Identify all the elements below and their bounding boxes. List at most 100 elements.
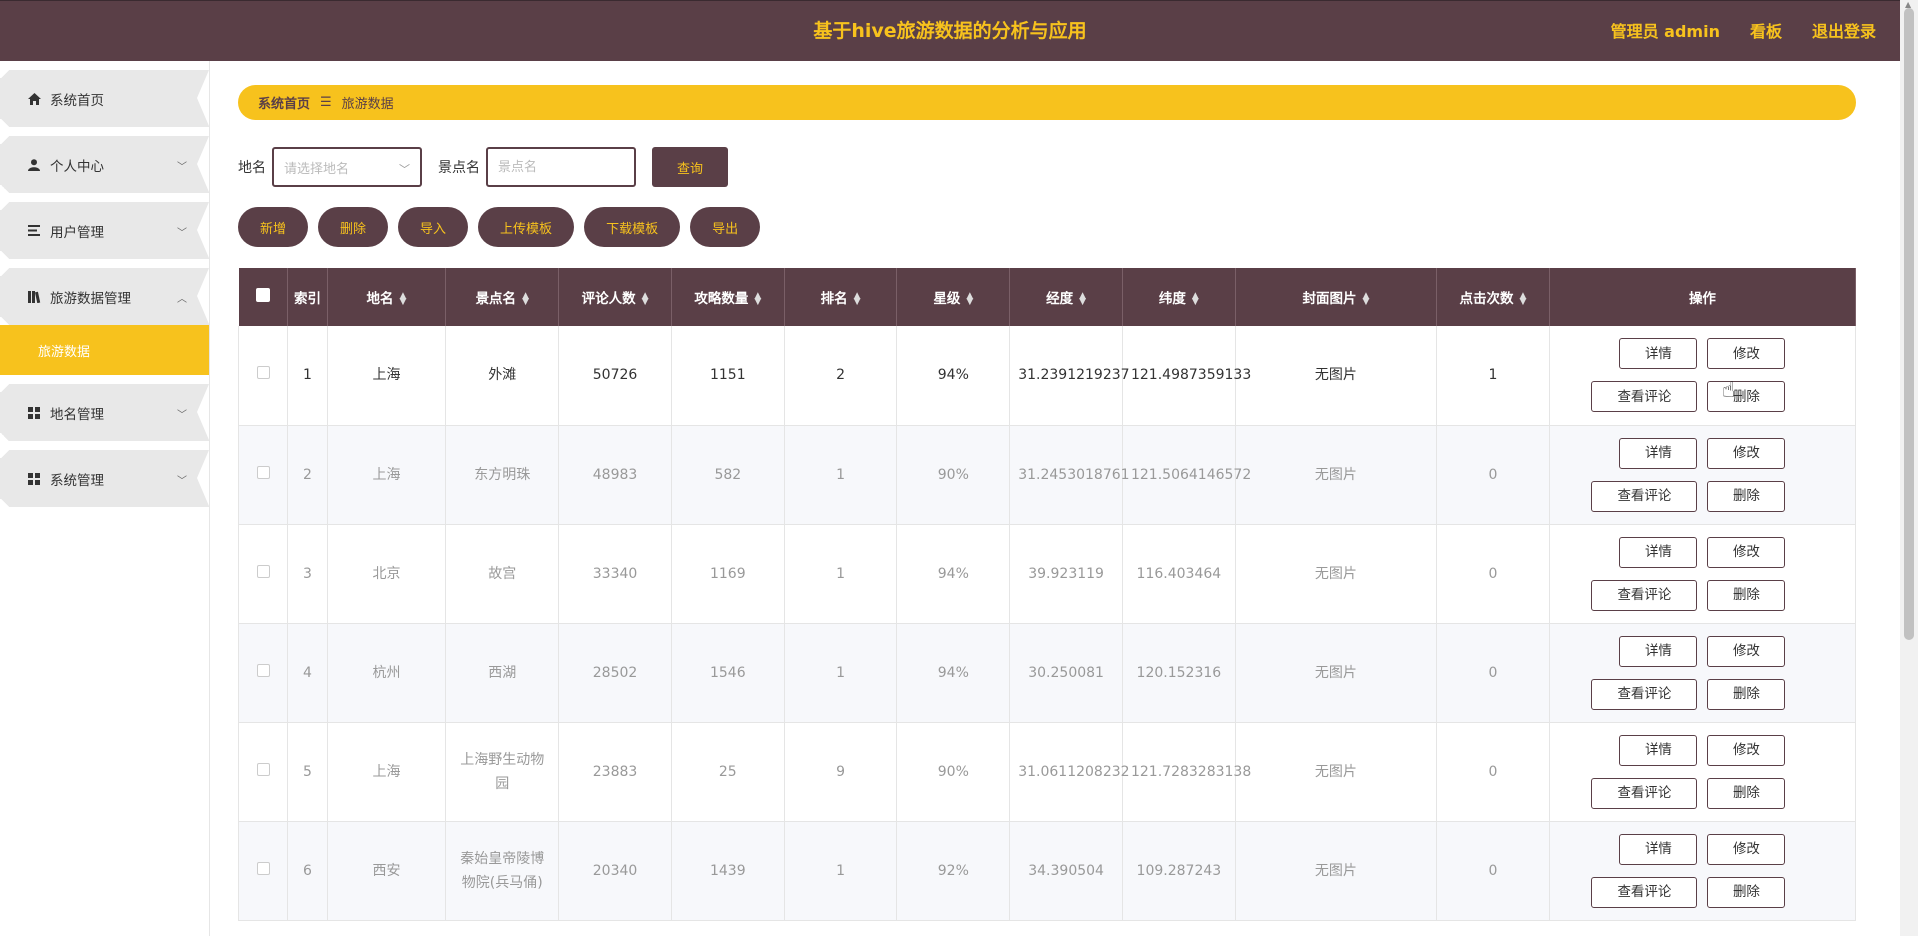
cell-cover: 无图片 bbox=[1235, 326, 1438, 426]
column-header[interactable]: 点击次数 ▲ ▼ bbox=[1436, 268, 1550, 326]
column-header[interactable]: 地名 ▲ ▼ bbox=[327, 268, 447, 326]
cell-star: 94% bbox=[896, 524, 1011, 624]
cell-star: 94% bbox=[896, 326, 1011, 426]
view-comments-button[interactable]: 查看评论 bbox=[1591, 678, 1698, 710]
edit-button[interactable]: 修改 bbox=[1707, 536, 1786, 568]
detail-button[interactable]: 详情 bbox=[1619, 437, 1698, 469]
sidebar-item-label: 个人中心 bbox=[50, 158, 104, 175]
query-button[interactable]: 查询 bbox=[652, 147, 728, 187]
edit-button[interactable]: 修改 bbox=[1707, 338, 1786, 370]
column-header[interactable]: 评论人数 ▲ ▼ bbox=[558, 268, 672, 326]
spot-label: 景点名 bbox=[438, 160, 480, 176]
cell-idx: 5 bbox=[287, 722, 328, 822]
sort-icon[interactable]: ▲ ▼ bbox=[642, 292, 649, 307]
cell-comments: 23883 bbox=[558, 722, 672, 822]
sort-icon[interactable]: ▲ ▼ bbox=[854, 292, 861, 307]
detail-button[interactable]: 详情 bbox=[1619, 635, 1698, 667]
sort-icon[interactable]: ▲ ▼ bbox=[522, 292, 529, 307]
dashboard-link[interactable]: 看板 bbox=[1750, 1, 1782, 62]
row-checkbox-cell[interactable] bbox=[237, 326, 289, 426]
delete-row-button[interactable]: 删除 bbox=[1707, 876, 1786, 908]
column-header[interactable]: 景点名 ▲ ▼ bbox=[445, 268, 560, 326]
delete-row-button[interactable]: 删除 bbox=[1707, 579, 1786, 611]
column-header[interactable]: 排名 ▲ ▼ bbox=[784, 268, 898, 326]
add-button[interactable]: 新增 bbox=[238, 207, 309, 247]
cell-comments: 33340 bbox=[558, 524, 672, 624]
row-checkbox[interactable] bbox=[256, 366, 270, 380]
cell-spot: 上海野生动物园 bbox=[445, 722, 560, 822]
view-comments-button[interactable]: 查看评论 bbox=[1591, 381, 1698, 413]
export-button[interactable]: 导出 bbox=[690, 207, 761, 247]
delete-button[interactable]: 删除 bbox=[318, 207, 389, 247]
row-checkbox[interactable] bbox=[256, 564, 270, 578]
select-all-checkbox[interactable] bbox=[255, 288, 270, 302]
row-checkbox-cell[interactable] bbox=[237, 524, 289, 624]
spot-input[interactable] bbox=[486, 147, 636, 187]
edit-button[interactable]: 修改 bbox=[1707, 635, 1786, 667]
sidebar-item-personal[interactable]: 个人中心 ﹀ bbox=[0, 136, 209, 193]
delete-row-button[interactable]: 删除 bbox=[1707, 381, 1786, 413]
detail-button[interactable]: 详情 bbox=[1619, 338, 1698, 370]
column-header[interactable]: 封面图片 ▲ ▼ bbox=[1235, 268, 1438, 326]
sidebar-item-home[interactable]: 系统首页 bbox=[0, 70, 209, 127]
admin-label[interactable]: 管理员 admin bbox=[1611, 1, 1720, 62]
view-comments-button[interactable]: 查看评论 bbox=[1591, 876, 1698, 908]
scrollbar-thumb[interactable] bbox=[1904, 8, 1914, 640]
row-checkbox-cell[interactable] bbox=[237, 425, 289, 525]
cell-clicks: 0 bbox=[1436, 524, 1550, 624]
column-header[interactable]: 攻略数量 ▲ ▼ bbox=[671, 268, 785, 326]
sidebar-item-travel-data[interactable]: 旅游数据管理 ︿ bbox=[0, 268, 209, 325]
cell-place: 西安 bbox=[327, 821, 447, 921]
detail-button[interactable]: 详情 bbox=[1619, 734, 1698, 766]
row-checkbox-cell[interactable] bbox=[237, 623, 289, 723]
sort-icon[interactable]: ▲ ▼ bbox=[1362, 292, 1369, 307]
row-checkbox-cell[interactable] bbox=[237, 722, 289, 822]
vertical-scrollbar[interactable]: ▲ bbox=[1900, 0, 1918, 936]
place-select[interactable]: 请选择地名 ﹀ bbox=[272, 147, 422, 187]
select-all-cell[interactable] bbox=[238, 268, 289, 326]
view-comments-button[interactable]: 查看评论 bbox=[1591, 480, 1698, 512]
cell-comments: 28502 bbox=[558, 623, 672, 723]
cell-place: 北京 bbox=[327, 524, 447, 624]
row-checkbox[interactable] bbox=[256, 465, 270, 479]
view-comments-button[interactable]: 查看评论 bbox=[1591, 777, 1698, 809]
column-header[interactable]: 纬度 ▲ ▼ bbox=[1122, 268, 1236, 326]
delete-row-button[interactable]: 删除 bbox=[1707, 678, 1786, 710]
detail-button[interactable]: 详情 bbox=[1619, 833, 1698, 865]
list-icon bbox=[26, 225, 42, 236]
sort-icon[interactable]: ▲ ▼ bbox=[1520, 292, 1527, 307]
import-button[interactable]: 导入 bbox=[398, 207, 469, 247]
logout-link[interactable]: 退出登录 bbox=[1812, 1, 1876, 62]
column-header[interactable]: 经度 ▲ ▼ bbox=[1009, 268, 1123, 326]
delete-row-button[interactable]: 删除 bbox=[1707, 777, 1786, 809]
column-header[interactable]: 星级 ▲ ▼ bbox=[896, 268, 1011, 326]
sort-icon[interactable]: ▲ ▼ bbox=[1079, 292, 1086, 307]
sort-icon[interactable]: ▲ ▼ bbox=[400, 292, 407, 307]
row-checkbox[interactable] bbox=[256, 861, 270, 875]
main-content: 系统首页 ☰ 旅游数据 地名 请选择地名 ﹀ 景点名 查询 新增 删除 导入 上… bbox=[237, 61, 1857, 921]
column-header: 索引 bbox=[287, 268, 328, 326]
edit-button[interactable]: 修改 bbox=[1707, 734, 1786, 766]
ops-cell: 详情 修改 查看评论 删除 bbox=[1549, 623, 1857, 723]
delete-row-button[interactable]: 删除 bbox=[1707, 480, 1786, 512]
sidebar-subitem-travel-data[interactable]: 旅游数据 bbox=[0, 325, 209, 375]
detail-button[interactable]: 详情 bbox=[1619, 536, 1698, 568]
row-checkbox[interactable] bbox=[256, 663, 270, 677]
row-checkbox[interactable] bbox=[256, 762, 270, 776]
sort-icon[interactable]: ▲ ▼ bbox=[754, 292, 761, 307]
sort-icon[interactable]: ▲ ▼ bbox=[966, 292, 973, 307]
cell-lng: 31.0611208232 bbox=[1009, 722, 1130, 822]
row-checkbox-cell[interactable] bbox=[237, 821, 289, 921]
upload-template-button[interactable]: 上传模板 bbox=[478, 207, 575, 247]
edit-button[interactable]: 修改 bbox=[1707, 437, 1786, 469]
sidebar-item-system[interactable]: 系统管理 ﹀ bbox=[0, 450, 209, 507]
view-comments-button[interactable]: 查看评论 bbox=[1591, 579, 1698, 611]
edit-button[interactable]: 修改 bbox=[1707, 833, 1786, 865]
download-template-button[interactable]: 下载模板 bbox=[584, 207, 681, 247]
sidebar-item-places[interactable]: 地名管理 ﹀ bbox=[0, 384, 209, 441]
breadcrumb-home[interactable]: 系统首页 bbox=[258, 93, 310, 112]
sidebar-item-label: 系统首页 bbox=[50, 92, 104, 109]
sort-icon[interactable]: ▲ ▼ bbox=[1192, 292, 1199, 307]
sidebar-item-users[interactable]: 用户管理 ﹀ bbox=[0, 202, 209, 259]
sidebar-item-label: 系统管理 bbox=[50, 472, 104, 489]
